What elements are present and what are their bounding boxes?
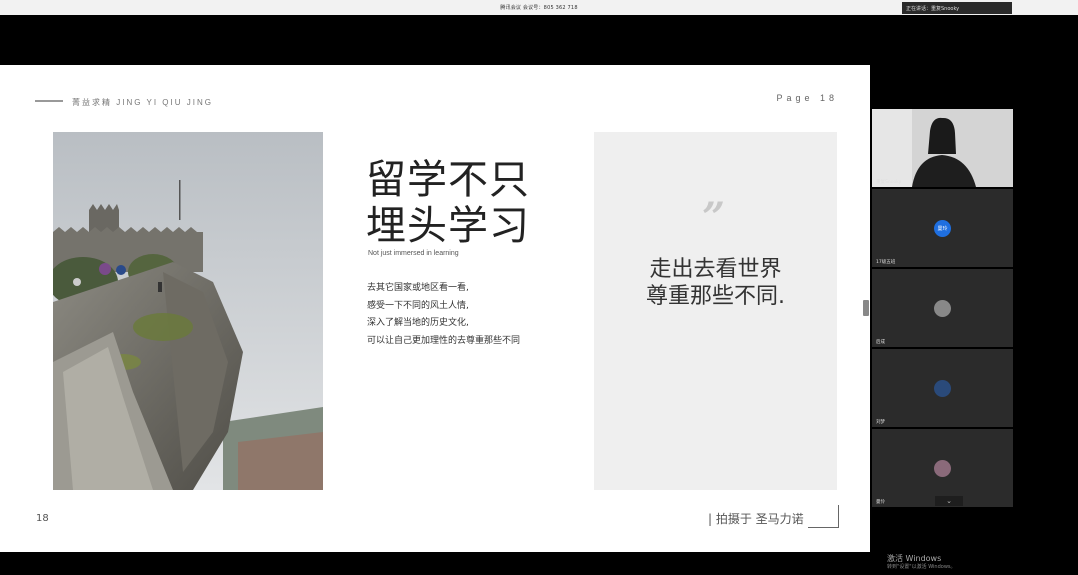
slide-headline: 留学不只 埋头学习 — [366, 157, 530, 249]
headline-line-2: 埋头学习 — [366, 203, 530, 249]
participant-avatar — [934, 300, 951, 317]
castle-photo — [53, 132, 323, 490]
quote-line-1: 走出去看世界 — [649, 257, 782, 282]
body-line: 感受一下不同的风土人情, — [367, 300, 469, 311]
participant-tile[interactable]: 曼玲 17级五班 — [872, 189, 1013, 267]
quote-text: 走出去看世界 尊重那些不同. — [594, 256, 837, 310]
avatar-text: 曼玲 — [937, 226, 948, 232]
quote-mark-icon: ” — [702, 194, 726, 241]
brand-divider — [35, 100, 63, 102]
participant-tile-video[interactable]: 重复Snooky — [872, 109, 1013, 187]
headline-line-1: 留学不只 — [366, 157, 530, 203]
panel-resize-handle[interactable] — [863, 300, 869, 316]
speaking-indicator: 正在讲话：重复Snooky — [902, 2, 1012, 14]
body-line: 可以让自己更加理性的去尊重那些不同 — [367, 335, 521, 346]
windows-activation-watermark: 激活 Windows 转到"设置"以激活 Windows。 — [887, 554, 956, 572]
participant-video-feed — [872, 109, 1013, 187]
participant-tile[interactable]: 刘梦 — [872, 349, 1013, 427]
participant-avatar — [934, 380, 951, 397]
photo-caption: | 拍摄于 圣马力诺 — [708, 512, 804, 526]
meeting-title: 腾讯会议 会议号：805 362 718 — [500, 5, 578, 11]
participant-avatar — [934, 460, 951, 477]
slide-body-text: 去其它国家或地区看一看, 感受一下不同的风土人情, 深入了解当地的历史文化, 可… — [367, 280, 520, 350]
participant-name: 重复Snooky — [876, 180, 902, 185]
participant-name: 17级五班 — [876, 260, 896, 265]
slide-page-label: Page 18 — [776, 93, 838, 103]
participant-name: 后成 — [876, 340, 885, 345]
watermark-subtitle: 转到"设置"以激活 Windows。 — [887, 564, 956, 570]
quote-card: ” 走出去看世界 尊重那些不同. — [594, 132, 837, 490]
participant-name: 刘梦 — [876, 420, 885, 425]
participant-tile[interactable]: 后成 — [872, 269, 1013, 347]
slide-brand: 菁益求精 JING YI QIU JING — [72, 98, 213, 107]
quote-line-2: 尊重那些不同. — [646, 284, 785, 309]
watermark-title: 激活 Windows — [887, 554, 942, 563]
english-subtitle: Not just immersed in learning — [368, 250, 459, 257]
participant-name: 曼伶 — [876, 500, 885, 505]
shared-slide: 菁益求精 JING YI QIU JING Page 18 留学不只 埋头学习 … — [0, 65, 870, 552]
slide-page-number: 18 — [36, 513, 49, 524]
caption-bracket-decoration — [808, 505, 839, 528]
body-line: 深入了解当地的历史文化, — [367, 318, 469, 328]
participant-avatar: 曼玲 — [934, 220, 951, 237]
chevron-down-icon[interactable]: ⌄ — [935, 496, 963, 506]
body-line: 去其它国家或地区看一看, — [367, 283, 469, 293]
